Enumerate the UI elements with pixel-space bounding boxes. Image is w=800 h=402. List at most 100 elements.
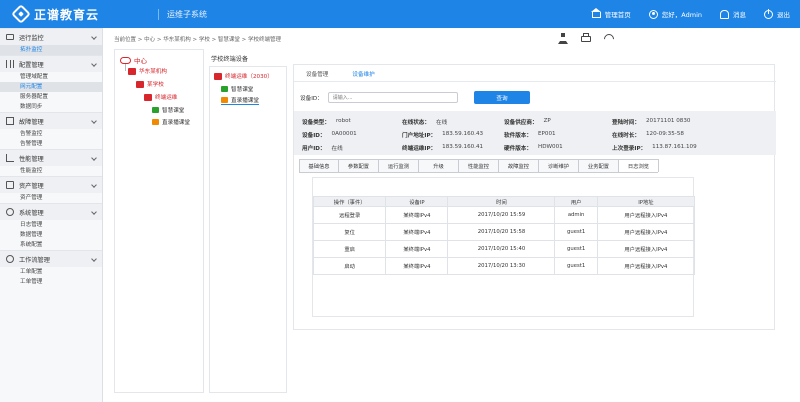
info-key: 设备类型： [302, 120, 330, 126]
subtab-log-browse[interactable]: 日志浏览 [618, 159, 659, 172]
table-cell: 某终端IPv4 [385, 257, 449, 275]
chevron-down-icon [91, 34, 97, 40]
detail-panel: 设备管理 设备维护 设备ID： 查询 设备类型：robot 在线状态：在线 设备… [293, 64, 776, 330]
sidebar-item-ticket-manage[interactable]: 工单管理 [0, 277, 102, 287]
subtab-param-config[interactable]: 参数配置 [338, 159, 379, 172]
subtab-service-config[interactable]: 业务配置 [578, 159, 619, 172]
info-key: 上次登录IP： [612, 146, 647, 152]
sidebar-item-element-config[interactable]: 网元配置 [0, 82, 102, 92]
table-cell: 用户远程接入IPv4 [596, 240, 696, 258]
sidebar-group-label: 工作流管理 [19, 256, 50, 264]
col-header: 设备IP [385, 196, 449, 207]
device-panel-title: 学校终端设备 [211, 56, 249, 63]
table-row[interactable]: 复位 某终端IPv4 2017/10/20 15:58 guest1 用户远程接… [312, 223, 696, 241]
table-cell: 某终端IPv4 [385, 206, 449, 224]
subtab-run-monitor[interactable]: 运行监测 [378, 159, 419, 172]
sidebar-group-label: 系统管理 [19, 209, 44, 217]
device-node-smart[interactable]: 智慧课堂 [221, 85, 253, 93]
org-tree: 中心 华东某机构 某学校 终端运维 智慧课堂 直录播课堂 [114, 49, 204, 393]
sidebar-item-log-manage[interactable]: 日志管理 [0, 220, 102, 230]
table-row[interactable]: 重启 某终端IPv4 2017/10/20 15:40 guest1 用户远程接… [312, 240, 696, 258]
sidebar-item-asset-manage[interactable]: 资产管理 [0, 193, 102, 203]
sidebar-item-system-config[interactable]: 系统配置 [0, 240, 102, 250]
device-node-terminal[interactable]: 终端运维（2030） [214, 72, 273, 80]
sidebar-item-topology[interactable]: 拓扑监控 [0, 45, 102, 55]
subtab-perf-monitor[interactable]: 性能监控 [458, 159, 499, 172]
col-header: 用户 [554, 196, 598, 207]
tree-node-label: 中心 [134, 57, 147, 65]
sidebar-group-label: 资产管理 [19, 182, 44, 190]
table-row[interactable]: 远程登录 某终端IPv4 2017/10/20 15:59 admin 用户远程… [312, 206, 696, 224]
info-value: 113.87.161.109 [652, 144, 697, 150]
tree-node-label: 智慧课堂 [162, 108, 185, 114]
tree-node-terminal[interactable]: 终端运维 [144, 93, 177, 101]
sidebar-group-header[interactable]: 资产管理 [0, 176, 102, 193]
sidebar-item-perf-monitor[interactable]: 性能监控 [0, 166, 102, 176]
chevron-down-icon [91, 209, 97, 215]
sidebar-item-alarm-monitor[interactable]: 告警监控 [0, 129, 102, 139]
home-label: 管理首页 [604, 11, 631, 19]
sidebar-group-label: 运行监控 [19, 34, 44, 42]
tree-node-smart[interactable]: 智慧课堂 [152, 106, 184, 114]
sidebar-item-server-config[interactable]: 服务器配置 [0, 92, 102, 102]
chart-icon [6, 154, 14, 162]
sidebar-group-label: 性能管理 [19, 155, 44, 163]
table-cell: 用户远程接入IPv4 [596, 206, 696, 224]
building-icon [128, 67, 136, 75]
info-key: 设备供应商： [504, 120, 538, 126]
brand[interactable]: 正谱教育云 [0, 4, 160, 24]
sidebar-item-data-sync[interactable]: 数据同步 [0, 102, 102, 112]
subtab-upgrade[interactable]: 升级 [418, 159, 459, 172]
print-icon[interactable] [581, 33, 591, 42]
sidebar-item-data-manage[interactable]: 数据管理 [0, 230, 102, 240]
home-link[interactable]: 管理首页 [590, 8, 631, 19]
sidebar-item-alarm-manage[interactable]: 告警管理 [0, 139, 102, 149]
chevron-down-icon [91, 118, 97, 124]
subsystem-title: 运维子系统 [158, 8, 207, 20]
table-row[interactable]: 启动 某终端IPv4 2017/10/20 13:30 guest1 用户远程接… [312, 257, 696, 275]
sidebar-group-header[interactable]: 故障管理 [0, 112, 102, 129]
sidebar-group-header[interactable]: 运行监控 [0, 28, 102, 45]
bell-icon [720, 9, 729, 19]
info-key: 门户地址IP： [402, 133, 437, 139]
query-button[interactable]: 查询 [474, 91, 530, 104]
top-header: 正谱教育云 运维子系统 管理首页 您好，Admin 消息 退出 [0, 0, 800, 28]
back-icon[interactable] [601, 31, 617, 47]
home-icon [590, 8, 601, 18]
device-node-record[interactable]: 直录播课堂 [221, 96, 259, 105]
user-menu[interactable]: 您好，Admin [648, 9, 702, 19]
device-id-input[interactable] [327, 92, 458, 103]
table-cell: 某终端IPv4 [385, 240, 449, 258]
sidebar-group-header[interactable]: 配置管理 [0, 55, 102, 72]
info-value: robot [335, 118, 351, 124]
table-cell: 复位 [312, 223, 387, 241]
subtab-fault-monitor[interactable]: 故障监控 [498, 159, 539, 172]
camera-icon [221, 97, 228, 103]
terminal-icon [144, 93, 152, 101]
sidebar-group-header[interactable]: 性能管理 [0, 149, 102, 166]
tree-node-school[interactable]: 某学校 [136, 80, 164, 88]
tree-node-org[interactable]: 华东某机构 [128, 67, 167, 75]
messages-link[interactable]: 消息 [720, 9, 746, 19]
sidebar-item-domain-config[interactable]: 管理域配置 [0, 72, 102, 82]
info-value: 183.59.160.41 [442, 144, 484, 150]
sidebar-item-ticket-config[interactable]: 工单配置 [0, 267, 102, 277]
tree-node-record[interactable]: 直录播课堂 [152, 118, 190, 126]
sidebar-group-perf: 性能管理 性能监控 [0, 149, 102, 176]
table-cell: 2017/10/20 13:30 [447, 257, 556, 275]
table-cell: 重启 [312, 240, 387, 258]
device-node-label: 终端运维（2030） [225, 74, 273, 80]
workflow-icon [6, 255, 14, 263]
subtab-diagnose[interactable]: 诊断维护 [538, 159, 579, 172]
table-cell: guest1 [554, 223, 598, 241]
export-icon[interactable] [558, 33, 568, 44]
logout-button[interactable]: 退出 [764, 8, 790, 19]
subtab-basic-info[interactable]: 基础信息 [299, 159, 339, 172]
sidebar-group-header[interactable]: 工作流管理 [0, 250, 102, 267]
chevron-down-icon [91, 256, 97, 262]
table-cell: admin [554, 206, 598, 224]
smart-classroom-icon [152, 107, 159, 113]
device-node-label: 直录播课堂 [231, 98, 259, 104]
sidebar-group-header[interactable]: 系统管理 [0, 203, 102, 220]
sidebar-group-system: 系统管理 日志管理 数据管理 系统配置 [0, 203, 102, 250]
